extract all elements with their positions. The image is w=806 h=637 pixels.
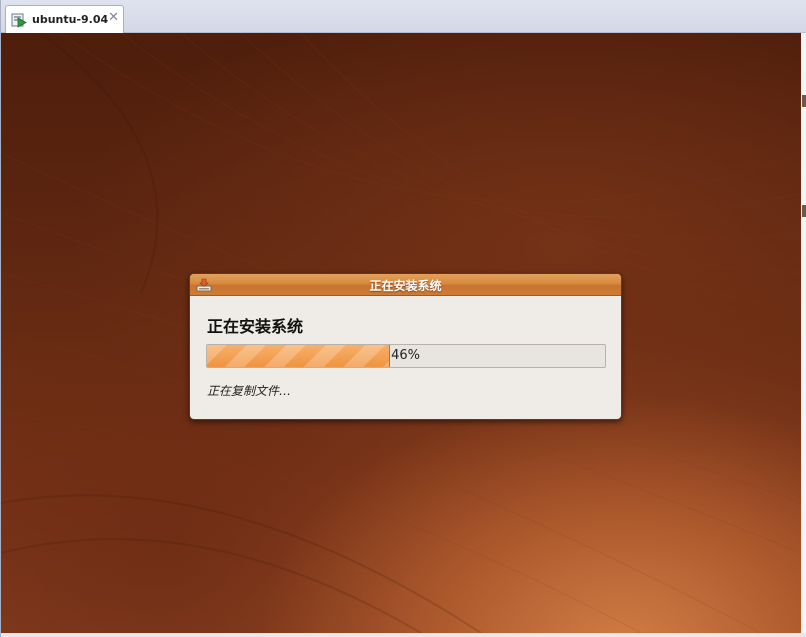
close-icon[interactable]: ✕ bbox=[108, 11, 119, 25]
tab-ubuntu-vm[interactable]: ubuntu-9.04 ✕ bbox=[5, 5, 124, 33]
dialog-heading: 正在安装系统 bbox=[207, 317, 304, 336]
edge-marker bbox=[802, 95, 806, 107]
guest-desktop: 正在安装系统 正在安装系统 46% 正在复制文件… bbox=[1, 33, 801, 633]
tab-label: ubuntu-9.04 bbox=[32, 13, 109, 26]
vm-window: ubuntu-9.04 ✕ 正在安装系统 正在安装系统 46% 正在复制文件… bbox=[0, 0, 806, 637]
progress-bar: 46% bbox=[206, 344, 606, 368]
window-bottom-edge bbox=[1, 633, 806, 637]
install-dialog: 正在安装系统 正在安装系统 46% 正在复制文件… bbox=[189, 273, 622, 420]
vm-play-icon bbox=[11, 12, 27, 28]
dialog-title: 正在安装系统 bbox=[369, 279, 442, 293]
progress-fill bbox=[207, 345, 391, 367]
edge-marker bbox=[802, 205, 806, 217]
progress-label: 46% bbox=[391, 348, 420, 363]
tab-bar: ubuntu-9.04 ✕ bbox=[1, 0, 806, 33]
window-right-edge bbox=[801, 33, 806, 637]
status-text: 正在复制文件… bbox=[207, 384, 292, 398]
dialog-titlebar[interactable]: 正在安装系统 bbox=[190, 274, 621, 296]
